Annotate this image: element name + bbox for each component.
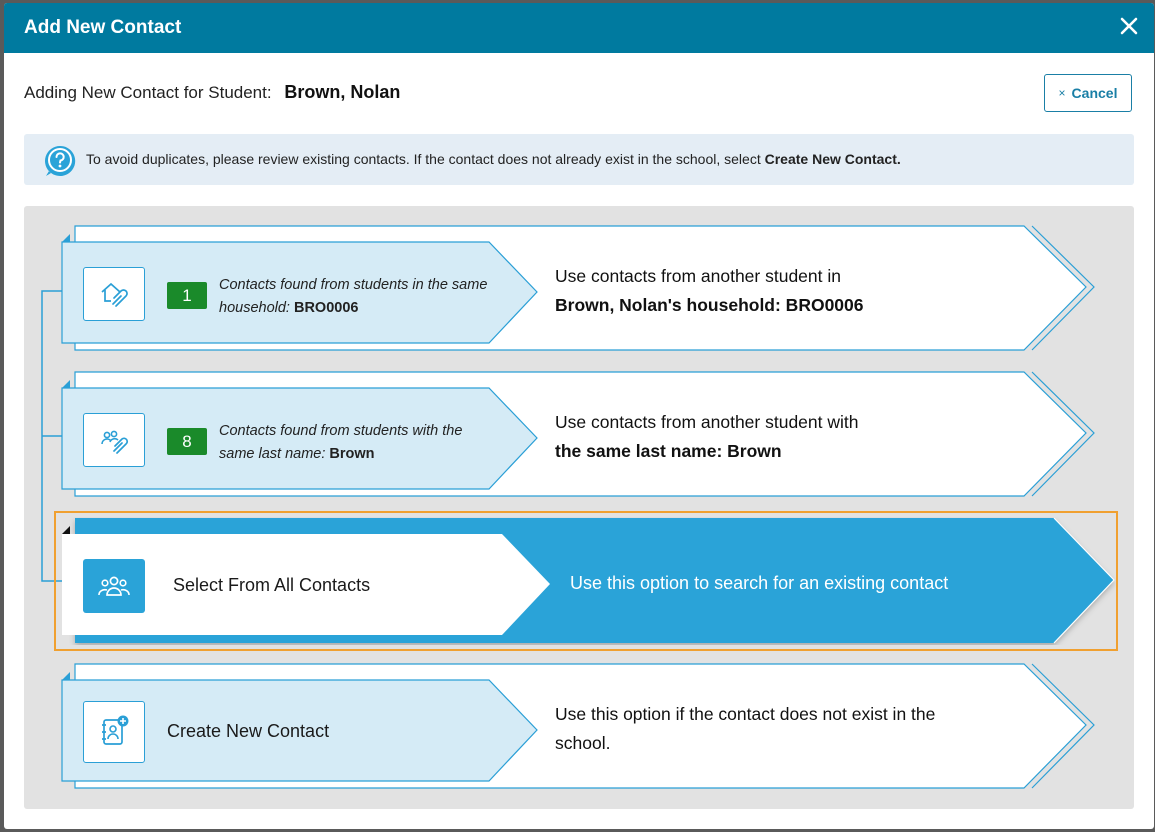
info-body: To avoid duplicates, please review exist… — [86, 151, 765, 167]
student-name: Brown, Nolan — [284, 82, 401, 102]
household-found-text: Contacts found from students in the same… — [219, 274, 489, 320]
close-icon[interactable] — [1118, 15, 1140, 37]
option-create-contact[interactable]: Create New Contact Use this option if th… — [4, 663, 1154, 791]
cancel-x-icon: × — [1058, 86, 1066, 100]
all-contacts-label: Select From All Contacts — [173, 575, 371, 595]
household-found-code: BRO0006 — [293, 300, 359, 316]
people-link-icon — [83, 413, 145, 467]
info-banner: To avoid duplicates, please review exist… — [24, 134, 1134, 185]
option-all-contacts[interactable]: Select From All Contacts Use this option… — [4, 517, 1154, 645]
last-name-found-code: Brown — [329, 446, 375, 462]
group-icon — [83, 559, 145, 613]
cancel-label: Cancel — [1071, 85, 1118, 101]
option-last-name[interactable]: 8 Contacts found from students with the … — [4, 371, 1154, 499]
dialog-title: Add New Contact — [24, 17, 182, 38]
student-label: Adding New Contact for Student: — [24, 83, 272, 102]
last-name-count-badge: 8 — [167, 428, 207, 455]
info-bold: Create New Contact. — [764, 151, 901, 167]
last-name-desc-line2: the same last name: Brown — [555, 441, 782, 461]
create-contact-description: Use this option if the contact does not … — [555, 704, 936, 753]
household-description: Use contacts from another student in Bro… — [555, 262, 995, 320]
option-household[interactable]: 1 Contacts found from students in the sa… — [4, 225, 1154, 353]
household-desc-line1: Use contacts from another student in — [555, 266, 841, 286]
help-icon — [43, 144, 77, 178]
dialog-header: Add New Contact — [4, 3, 1154, 53]
last-name-description: Use contacts from another student with t… — [555, 408, 995, 466]
create-contact-label: Create New Contact — [167, 721, 330, 741]
last-name-found-text: Contacts found from students with the sa… — [219, 420, 489, 466]
add-contact-dialog: Add New Contact Adding New Contact for S… — [4, 3, 1154, 829]
household-desc-line2: Brown, Nolan's household: BRO0006 — [555, 295, 864, 315]
student-row: Adding New Contact for Student: Brown, N… — [24, 82, 400, 103]
add-contact-icon — [83, 701, 145, 763]
household-count-badge: 1 — [167, 282, 207, 309]
cancel-button[interactable]: × Cancel — [1044, 74, 1132, 112]
info-text: To avoid duplicates, please review exist… — [86, 151, 901, 167]
house-link-icon — [83, 267, 145, 321]
all-contacts-description: Use this option to search for an existin… — [570, 573, 949, 593]
last-name-desc-line1: Use contacts from another student with — [555, 412, 859, 432]
